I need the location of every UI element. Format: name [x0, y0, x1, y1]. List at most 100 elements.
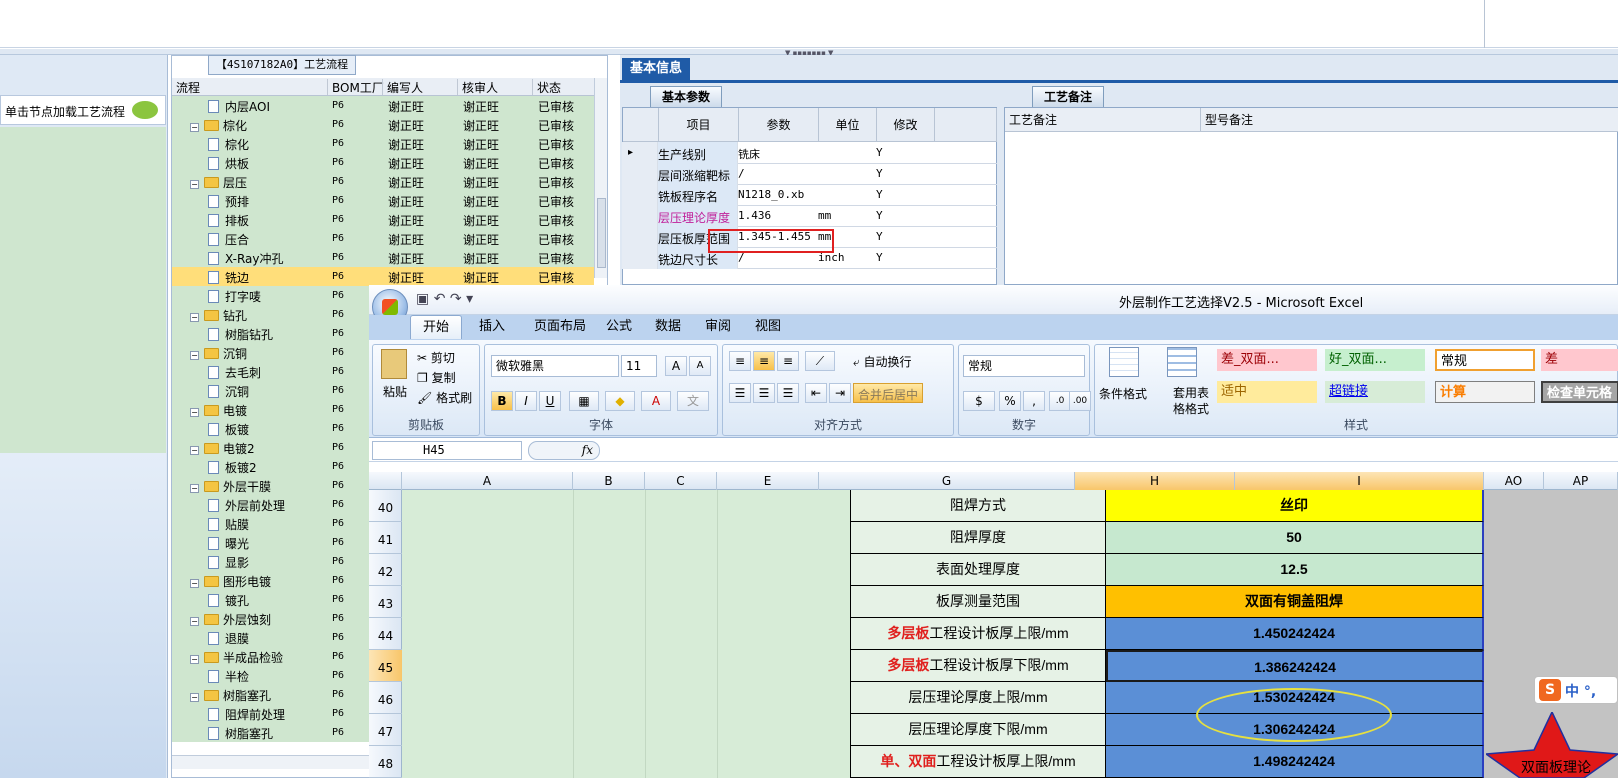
tree-node-label[interactable]: 预排 — [208, 193, 249, 210]
tree-row[interactable]: 铣边 P6 谢正旺 谢正旺 已审核 — [172, 267, 594, 286]
value-cell[interactable]: 50 — [1106, 522, 1484, 554]
tree-row[interactable]: X-Ray冲孔 P6 谢正旺 谢正旺 已审核 — [172, 248, 594, 267]
col-flow[interactable]: 流程 — [172, 79, 200, 95]
label-cell[interactable]: 层压理论厚度上限/mm — [850, 682, 1106, 714]
ribbon-tab[interactable]: 插入 — [466, 315, 518, 339]
tree-node-label[interactable]: 棕化 — [208, 136, 249, 153]
tree-row[interactable]: − 层压 P6 谢正旺 谢正旺 已审核 — [172, 172, 594, 191]
tree-node-label[interactable]: 沉铜 — [208, 383, 249, 400]
column-header[interactable]: E — [717, 472, 819, 490]
merge-center-button[interactable]: 合并后居中 — [853, 383, 924, 403]
value-cell[interactable]: 12.5 — [1106, 554, 1484, 586]
tree-node-label[interactable]: 压合 — [208, 231, 249, 248]
ribbon-tab[interactable]: 开始 — [410, 315, 462, 339]
tree-node-label[interactable]: 外层前处理 — [208, 497, 285, 514]
label-cell[interactable]: 多层板工程设计板厚下限/mm — [850, 650, 1106, 682]
shrink-font-icon[interactable]: A — [689, 356, 711, 376]
tree-node-label[interactable]: 内层AOI — [208, 98, 270, 115]
param-value[interactable]: 铣床 — [738, 146, 760, 162]
col-modify[interactable]: 修改 — [877, 108, 935, 142]
value-cell[interactable]: 双面有铜盖阻焊 — [1106, 586, 1484, 618]
scroll-thumb[interactable] — [597, 198, 606, 268]
underline-icon[interactable]: U — [539, 391, 561, 411]
font-size-select[interactable]: 11 — [621, 355, 657, 377]
tree-node-label[interactable]: − 钻孔 — [190, 307, 247, 324]
tree-node-label[interactable]: − 外层干膜 — [190, 478, 271, 495]
col-item[interactable]: 项目 — [659, 108, 739, 142]
tree-node-label[interactable]: 树脂塞孔 — [208, 725, 273, 742]
tree-vscroll[interactable] — [594, 78, 607, 278]
currency-icon[interactable]: $ — [963, 391, 995, 411]
row-selector[interactable] — [622, 226, 658, 248]
col-model-note[interactable]: 型号备注 — [1201, 108, 1618, 132]
param-value[interactable]: 1.436 — [738, 209, 771, 222]
value-cell[interactable]: 1.386242424 — [1106, 650, 1484, 682]
row-header[interactable]: 47 — [369, 714, 402, 746]
cell-style-item[interactable]: 适中 — [1217, 381, 1317, 403]
grow-font-icon[interactable]: A — [665, 356, 687, 376]
col-bom[interactable]: BOM工厂 — [327, 79, 384, 95]
tree-row[interactable]: 排板 P6 谢正旺 谢正旺 已审核 — [172, 210, 594, 229]
collapse-icon[interactable]: − — [190, 693, 199, 702]
tree-row[interactable]: − 棕化 P6 谢正旺 谢正旺 已审核 — [172, 115, 594, 134]
tree-node-label[interactable]: 贴膜 — [208, 516, 249, 533]
col-reviewer[interactable]: 核审人 — [457, 79, 498, 95]
tree-node-label[interactable]: − 层压 — [190, 174, 247, 191]
tree-node-label[interactable]: − 树脂塞孔 — [190, 687, 271, 704]
tree-node-label[interactable]: − 电镀2 — [190, 440, 255, 457]
value-cell[interactable]: 1.498242424 — [1106, 746, 1484, 778]
cell-style-item[interactable]: 检查单元格 — [1541, 381, 1618, 403]
tree-node-label[interactable]: 曝光 — [208, 535, 249, 552]
value-cell[interactable]: 丝印 — [1106, 490, 1484, 522]
align-middle-icon[interactable]: ≡ — [753, 351, 775, 371]
cell-style-item[interactable]: 差_双面... — [1217, 349, 1317, 371]
increase-decimal-icon[interactable]: .0 — [1049, 391, 1071, 411]
col-writer[interactable]: 编写人 — [382, 79, 423, 95]
param-row[interactable]: 铣板程序名 N1218_0.xb Y — [622, 184, 997, 206]
italic-icon[interactable]: I — [515, 391, 537, 411]
phonetic-icon[interactable]: 文 — [677, 391, 709, 411]
label-cell[interactable]: 多层板工程设计板厚上限/mm — [850, 618, 1106, 650]
tree-node-label[interactable]: 排板 — [208, 212, 249, 229]
ime-toolbar[interactable]: S 中 °, — [1534, 676, 1618, 704]
col-process-note[interactable]: 工艺备注 — [1005, 108, 1201, 132]
row-header[interactable]: 40 — [369, 490, 402, 522]
cell-style-item[interactable]: 常规 — [1435, 349, 1535, 371]
col-param[interactable]: 参数 — [739, 108, 819, 142]
format-as-table-icon[interactable] — [1167, 347, 1197, 377]
ime-mode[interactable]: 中 °, — [1565, 681, 1596, 701]
collapse-icon[interactable]: − — [190, 617, 199, 626]
ribbon-tab[interactable]: 视图 — [744, 315, 792, 339]
cell-style-item[interactable]: 计算 — [1435, 381, 1535, 403]
undo-icon[interactable]: ↶ — [434, 291, 446, 307]
param-row[interactable]: 层压理论厚度 1.436 mm Y — [622, 205, 997, 227]
tree-node-label[interactable]: 阻焊前处理 — [208, 706, 285, 723]
copy-button[interactable]: ❐ 复制 — [417, 369, 456, 386]
tree-node-label[interactable]: 板镀 — [208, 421, 249, 438]
param-row[interactable]: 层间涨缩靶标 / Y — [622, 163, 997, 185]
label-cell[interactable]: 单、双面工程设计板厚上限/mm — [850, 746, 1106, 778]
ribbon-tab[interactable]: 页面布局 — [524, 315, 596, 339]
collapse-icon[interactable]: − — [190, 180, 199, 189]
tab-basic-info[interactable]: 基本信息 — [622, 58, 690, 80]
collapse-icon[interactable]: − — [190, 408, 199, 417]
save-icon[interactable]: ▣ — [416, 291, 429, 307]
col-status[interactable]: 状态 — [532, 79, 561, 95]
align-left-icon[interactable]: ☰ — [729, 383, 751, 403]
column-header[interactable]: AP — [1544, 472, 1618, 490]
tree-node-label[interactable]: 显影 — [208, 554, 249, 571]
tree-node-label[interactable]: − 半成品检验 — [190, 649, 283, 666]
bold-icon[interactable]: B — [491, 391, 513, 411]
tree-node-label[interactable]: X-Ray冲孔 — [208, 250, 283, 267]
wrap-text-button[interactable]: ⤶ 自动换行 — [853, 353, 912, 370]
column-header[interactable]: C — [645, 472, 717, 490]
sheet-left-area[interactable] — [402, 490, 850, 778]
row-header[interactable]: 41 — [369, 522, 402, 554]
tree-node-label[interactable]: 铣边 — [208, 269, 249, 286]
column-header[interactable]: AO — [1484, 472, 1544, 490]
border-icon[interactable]: ▦ — [569, 391, 599, 411]
tree-node-label[interactable]: 镀孔 — [208, 592, 249, 609]
row-header[interactable]: 48 — [369, 746, 402, 778]
collapse-icon[interactable]: − — [190, 446, 199, 455]
ribbon-tab[interactable]: 审阅 — [694, 315, 742, 339]
